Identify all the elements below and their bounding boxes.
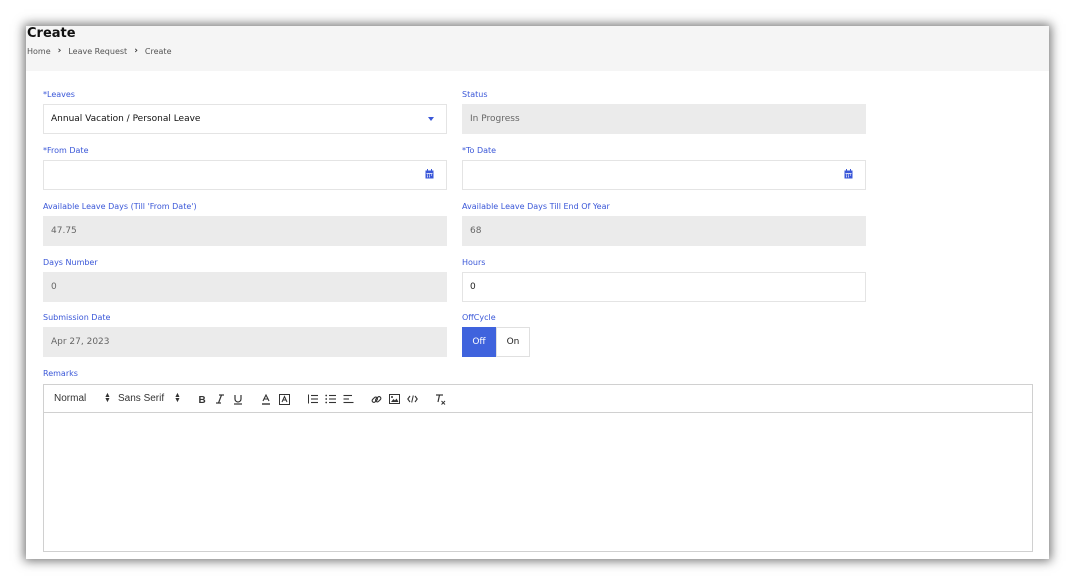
days-number-field: 0 [43, 272, 447, 302]
caret-down-icon [428, 117, 434, 121]
submission-date-label: Submission Date [43, 313, 111, 322]
chevron-right-icon: › [134, 46, 138, 56]
ordered-list-icon[interactable] [304, 391, 320, 407]
leaves-value: Annual Vacation / Personal Leave [51, 114, 201, 124]
status-field: In Progress [462, 104, 866, 134]
sort-arrows-icon: ▲ ▼ [104, 392, 111, 404]
form-window: Create Home › Leave Request › Create *Le… [26, 26, 1049, 559]
header-select[interactable]: Normal ▲ ▼ [54, 392, 111, 404]
submission-date-field: Apr 27, 2023 [43, 327, 447, 357]
svg-text:B: B [199, 395, 206, 404]
underline-icon[interactable] [230, 391, 246, 407]
bullet-list-icon[interactable] [322, 391, 338, 407]
link-icon[interactable] [368, 391, 384, 407]
image-icon[interactable] [386, 391, 402, 407]
hours-label: Hours [462, 258, 486, 267]
header-select-value: Normal [54, 393, 87, 404]
sort-arrows-icon: ▲ ▼ [174, 392, 181, 404]
remarks-label: Remarks [43, 369, 78, 378]
font-select-value: Sans Serif [118, 393, 165, 404]
calendar-icon[interactable] [844, 169, 853, 182]
page-header: Create Home › Leave Request › Create [26, 26, 1049, 71]
available-till-end-field: 68 [462, 216, 866, 246]
clear-format-icon[interactable] [432, 391, 448, 407]
breadcrumb-home[interactable]: Home [27, 47, 51, 56]
breadcrumb-current: Create [144, 46, 172, 56]
status-label: Status [462, 90, 488, 99]
font-select[interactable]: Sans Serif ▲ ▼ [118, 392, 181, 404]
remarks-editor-content[interactable] [44, 413, 1032, 551]
align-left-icon[interactable] [340, 391, 356, 407]
remarks-editor: Normal ▲ ▼ Sans Serif ▲ ▼ B [43, 384, 1033, 552]
page-title: Create [27, 26, 76, 41]
to-date-label: *To Date [462, 146, 497, 155]
status-value: In Progress [470, 114, 520, 124]
background-color-icon[interactable] [276, 391, 292, 407]
breadcrumb-leave-request[interactable]: Leave Request [68, 47, 127, 56]
days-number-value: 0 [51, 282, 57, 292]
available-till-end-label: Available Leave Days Till End Of Year [462, 202, 610, 211]
breadcrumb: Home › Leave Request › Create [27, 46, 172, 56]
offcycle-toggle: Off On [462, 327, 530, 357]
available-till-from-value: 47.75 [51, 226, 77, 236]
italic-icon[interactable] [212, 391, 228, 407]
leaves-select[interactable]: Annual Vacation / Personal Leave [43, 104, 447, 134]
hours-value: 0 [470, 282, 476, 292]
from-date-label: *From Date [43, 146, 89, 155]
code-icon[interactable] [404, 391, 420, 407]
to-date-input[interactable] [462, 160, 866, 190]
submission-date-value: Apr 27, 2023 [51, 337, 110, 347]
available-till-from-field: 47.75 [43, 216, 447, 246]
days-number-label: Days Number [43, 258, 98, 267]
available-till-end-value: 68 [470, 226, 482, 236]
available-till-from-label: Available Leave Days (Till 'From Date') [43, 202, 197, 211]
bold-icon[interactable]: B [194, 391, 210, 407]
chevron-right-icon: › [57, 46, 62, 56]
offcycle-label: OffCycle [462, 313, 496, 322]
leaves-label: *Leaves [43, 90, 75, 99]
hours-input[interactable]: 0 [462, 272, 866, 302]
from-date-input[interactable] [43, 160, 447, 190]
offcycle-off-option[interactable]: Off [462, 327, 496, 357]
offcycle-on-option[interactable]: On [496, 327, 530, 357]
editor-toolbar: Normal ▲ ▼ Sans Serif ▲ ▼ B [44, 385, 1032, 413]
text-color-icon[interactable] [258, 391, 274, 407]
calendar-icon[interactable] [425, 169, 434, 182]
